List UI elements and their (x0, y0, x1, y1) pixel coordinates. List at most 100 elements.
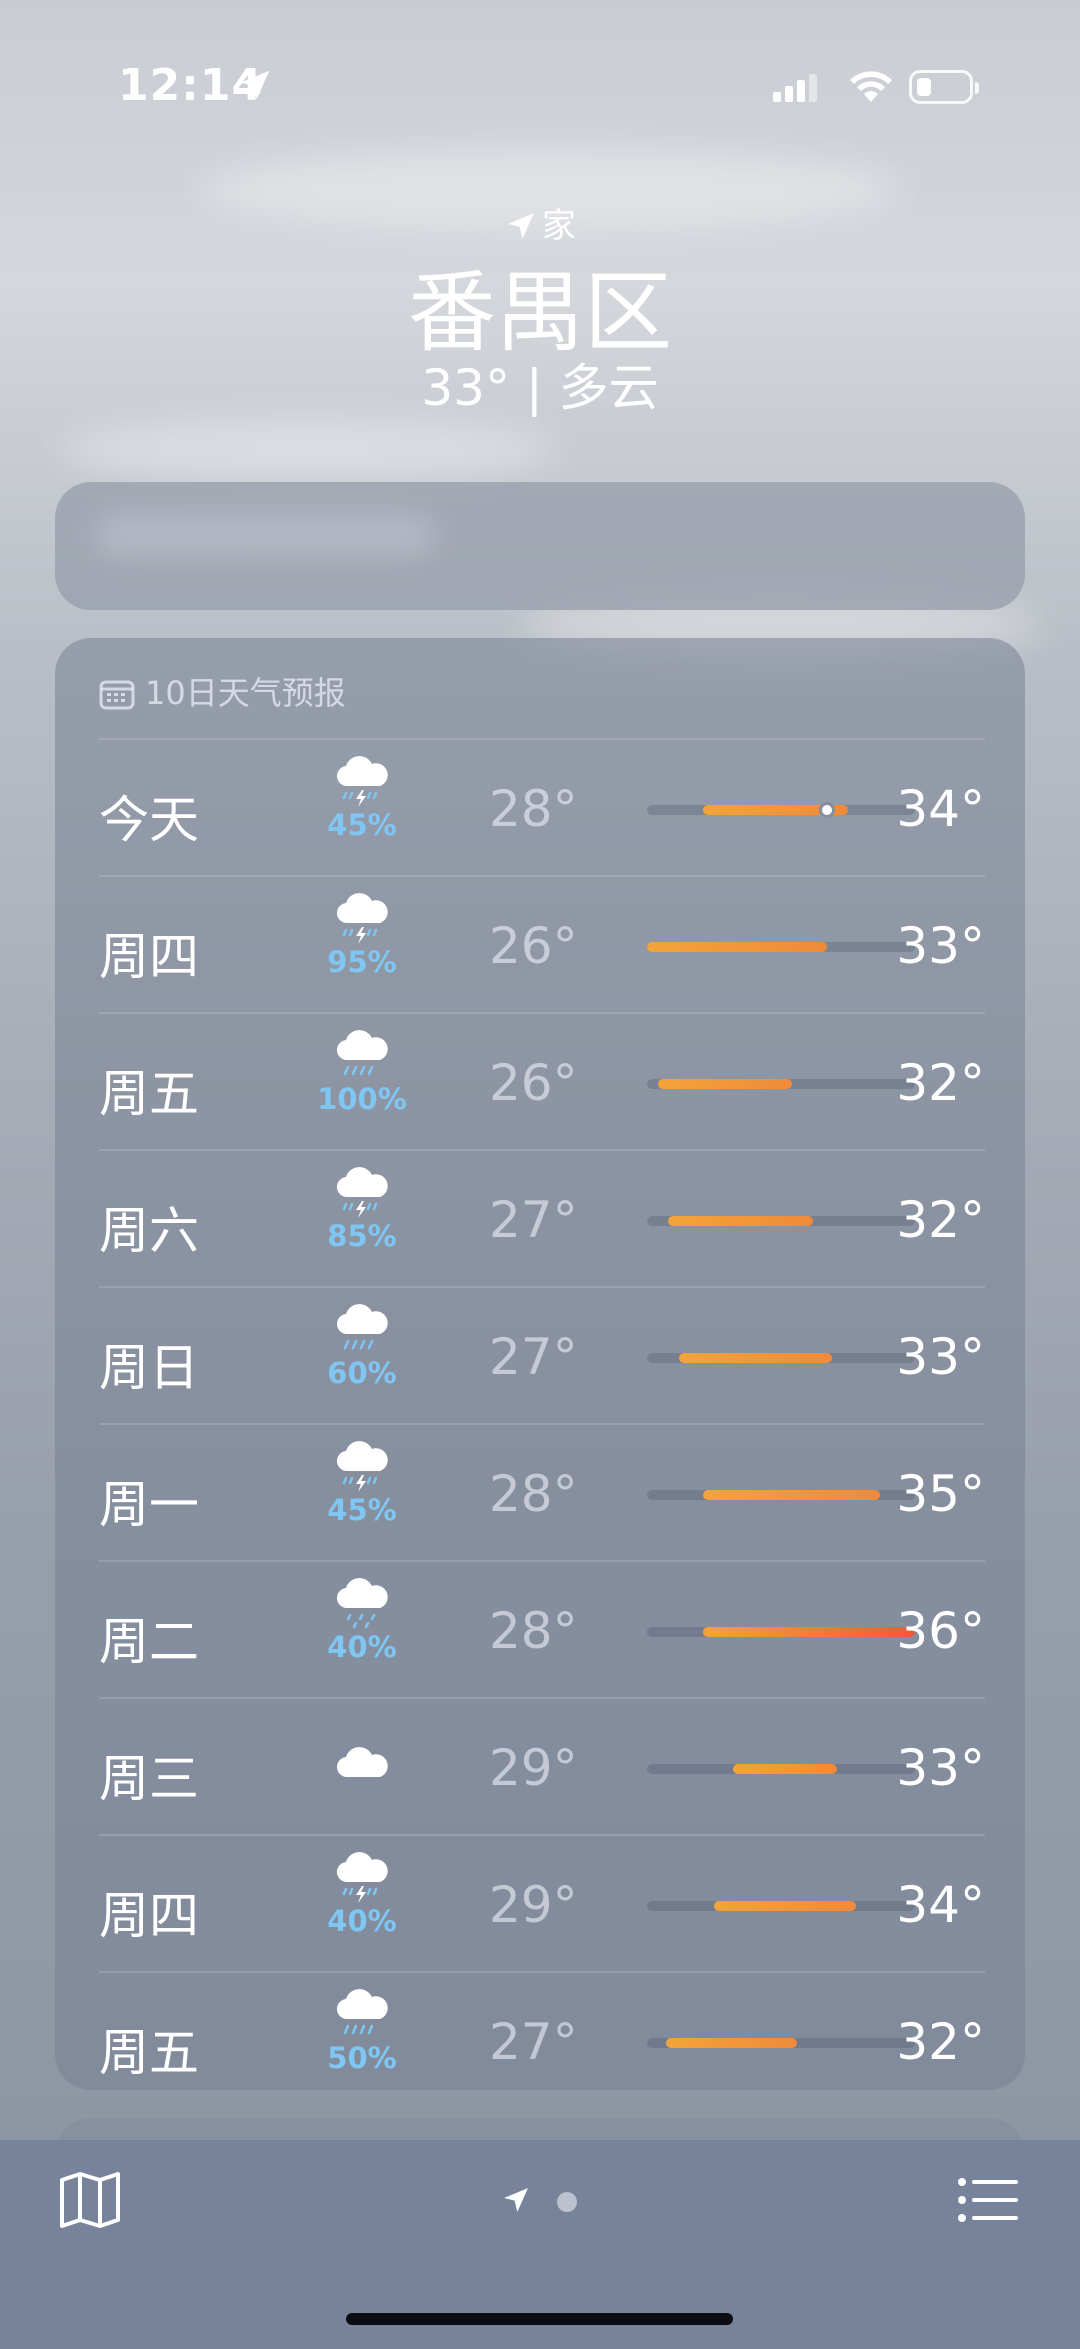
high-temp: 34° (896, 1876, 985, 1934)
location-label-row: 家 (0, 198, 1080, 247)
temp-range-track (647, 1901, 915, 1911)
cloud-icon (336, 1747, 388, 1778)
ten-day-forecast-card[interactable]: 10日天气预报 今天 45% 28° 34° 周四 95% 26° 33° 周五 100% 26° 3… (55, 638, 1025, 2090)
high-temp: 34° (896, 780, 985, 838)
temp-range-bar (665, 2038, 798, 2048)
day-label: 周日 (99, 1339, 199, 1397)
status-bar: 12:14 (0, 60, 1080, 120)
temp-range-bar (703, 1490, 881, 1500)
forecast-row[interactable]: 周四 40% 29° 34° (99, 1834, 985, 1971)
high-temp: 32° (896, 1054, 985, 1112)
low-temp: 26° (489, 917, 578, 975)
weather-condition: 95% (307, 889, 417, 979)
high-temp: 33° (896, 917, 985, 975)
day-label: 周三 (99, 1750, 199, 1808)
drizzle-icon (336, 1578, 388, 1629)
forecast-row[interactable]: 周四 95% 26° 33° (99, 875, 985, 1012)
weather-alert-banner[interactable] (55, 482, 1025, 610)
precip-chance: 50% (327, 2041, 397, 2075)
thunderstorm-icon (336, 756, 388, 807)
day-label: 周五 (99, 2024, 199, 2082)
thunderstorm-icon (336, 1167, 388, 1218)
temp-range-track (647, 1079, 915, 1089)
low-temp: 28° (489, 1602, 578, 1660)
current-temp-dot (818, 802, 835, 818)
weather-condition: 45% (307, 1437, 417, 1527)
page-indicator[interactable] (500, 2184, 577, 2220)
weather-condition: 50% (307, 1985, 417, 2075)
weather-condition: 45% (307, 752, 417, 842)
rain-icon (336, 1989, 388, 2035)
low-temp: 29° (489, 1876, 578, 1934)
low-temp: 27° (489, 1328, 578, 1386)
high-temp: 32° (896, 2013, 985, 2071)
day-label: 周四 (99, 928, 199, 986)
temp-range-bar (703, 1627, 915, 1637)
forecast-row[interactable]: 周二 40% 28° 36° (99, 1560, 985, 1697)
forecast-row[interactable]: 周五 100% 26° 32° (99, 1012, 985, 1149)
temp-range-bar (732, 1764, 838, 1774)
calendar-icon (99, 680, 135, 710)
forecast-row[interactable]: 周五 50% 27° 32° (99, 1971, 985, 2108)
thunderstorm-icon (336, 893, 388, 944)
sky-cloud (60, 420, 560, 480)
temp-range-track (647, 1490, 915, 1500)
thunderstorm-icon (336, 1441, 388, 1492)
rain-icon (336, 1030, 388, 1076)
list-icon[interactable] (958, 2178, 1018, 2222)
forecast-row[interactable]: 周六 85% 27° 32° (99, 1149, 985, 1286)
cellular-signal-icon (773, 74, 817, 102)
high-temp: 36° (896, 1602, 985, 1660)
forecast-row[interactable]: 今天 45% 28° 34° (99, 738, 985, 875)
forecast-title: 10日天气预报 (145, 674, 346, 712)
low-temp: 28° (489, 1465, 578, 1523)
precip-chance: 40% (327, 1904, 397, 1938)
location-arrow-icon (504, 2188, 528, 2212)
temp-range-track (647, 802, 915, 818)
forecast-row[interactable]: 周一 45% 28° 35° (99, 1423, 985, 1560)
weather-condition: 85% (307, 1163, 417, 1253)
page-dot (557, 2192, 577, 2212)
map-icon[interactable] (58, 2170, 122, 2230)
temp-range-bar (679, 1353, 832, 1363)
home-indicator[interactable] (346, 2313, 733, 2325)
low-temp: 28° (489, 780, 578, 838)
precip-chance: 40% (327, 1630, 397, 1664)
low-temp: 26° (489, 1054, 578, 1112)
rain-icon (336, 1304, 388, 1350)
precip-chance: 60% (327, 1356, 397, 1390)
weather-condition: 40% (307, 1848, 417, 1938)
temp-range-track (647, 1216, 915, 1226)
low-temp: 27° (489, 2013, 578, 2071)
thunderstorm-icon (336, 1852, 388, 1903)
temp-range-bar (714, 1901, 857, 1911)
forecast-header: 10日天气预报 (99, 668, 346, 718)
low-temp: 27° (489, 1191, 578, 1249)
temp-range-track (647, 1764, 915, 1774)
temp-range-track (647, 942, 915, 952)
day-label: 周五 (99, 1065, 199, 1123)
temp-range-track (647, 1627, 915, 1637)
high-temp: 33° (896, 1328, 985, 1386)
location-label: 家 (542, 206, 576, 246)
forecast-row[interactable]: 周日 60% 27° 33° (99, 1286, 985, 1423)
temp-range-track (647, 2038, 915, 2048)
precip-chance: 45% (327, 808, 397, 842)
location-arrow-icon (240, 70, 270, 100)
high-temp: 32° (896, 1191, 985, 1249)
weather-condition: 60% (307, 1300, 417, 1390)
high-temp: 33° (896, 1739, 985, 1797)
battery-icon (909, 70, 979, 104)
blurred-content (95, 512, 435, 558)
forecast-list: 今天 45% 28° 34° 周四 95% 26° 33° 周五 100% 26° 32° 周六 85% 2… (99, 738, 985, 2108)
forecast-row[interactable]: 周三 29° 33° (99, 1697, 985, 1834)
weather-condition: 40% (307, 1574, 417, 1664)
temp-range-bar (647, 942, 827, 952)
precip-chance: 95% (327, 945, 397, 979)
day-label: 周六 (99, 1202, 199, 1260)
location-arrow-icon (508, 213, 534, 239)
temp-range-bar (657, 1079, 792, 1089)
precip-chance: 85% (327, 1219, 397, 1253)
current-summary: 33° | 多云 (421, 359, 659, 417)
precip-chance: 100% (317, 1082, 407, 1116)
